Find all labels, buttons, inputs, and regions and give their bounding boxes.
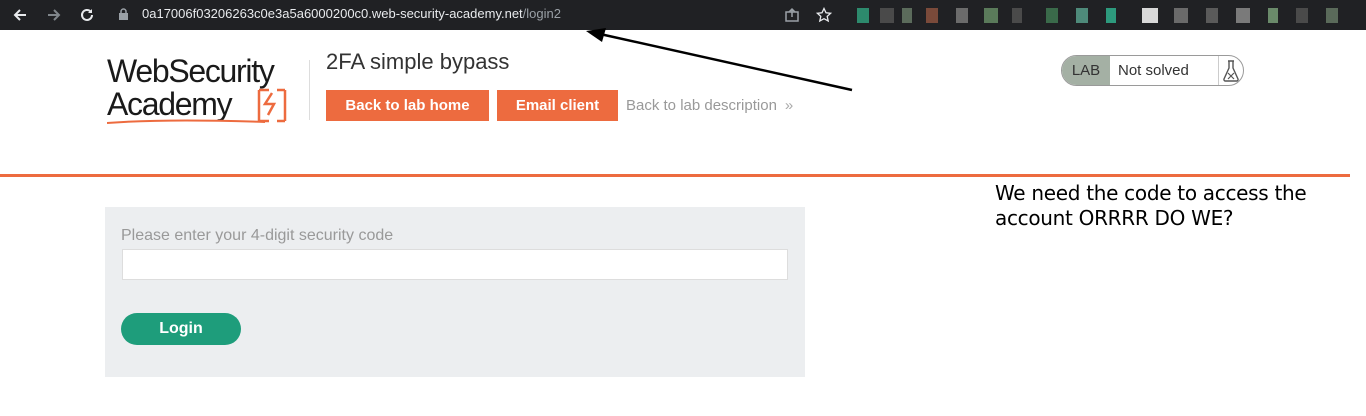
security-code-form: Please enter your 4-digit security code …: [105, 207, 805, 377]
annotation-note: We need the code to access the account O…: [995, 181, 1307, 230]
lock-icon[interactable]: [118, 8, 129, 26]
lab-tag: LAB: [1062, 56, 1110, 85]
lab-status-badge: LAB Not solved: [1061, 55, 1244, 86]
extension-icon[interactable]: [1268, 8, 1278, 23]
extension-icon[interactable]: [1076, 8, 1088, 23]
logo-line1: WebSecurity: [107, 53, 275, 89]
extension-icon[interactable]: [1236, 8, 1250, 23]
extension-icon[interactable]: [1142, 8, 1158, 23]
extension-icon[interactable]: [1326, 8, 1338, 23]
login-button[interactable]: Login: [121, 313, 241, 345]
extension-icon[interactable]: [984, 8, 998, 23]
forward-icon[interactable]: [42, 3, 66, 27]
logo-underline: [107, 119, 266, 124]
email-client-button[interactable]: Email client: [497, 90, 618, 121]
back-icon[interactable]: [8, 3, 32, 27]
logo-bolt-icon: [257, 88, 287, 123]
url-path: /login2: [522, 6, 561, 21]
lab-title: 2FA simple bypass: [326, 49, 510, 74]
header-separator: [0, 174, 1350, 177]
extension-icon[interactable]: [857, 8, 869, 23]
web-security-academy-logo[interactable]: WebSecurity Academy: [107, 55, 312, 125]
security-code-input[interactable]: [122, 249, 788, 280]
url-host: 0a17006f03206263c0e3a5a6000200c0.web-sec…: [142, 6, 523, 21]
reload-icon[interactable]: [75, 3, 99, 27]
extension-icon[interactable]: [902, 8, 912, 23]
lab-description-label: Back to lab description: [626, 97, 777, 114]
lab-status-text: Not solved: [1110, 56, 1219, 85]
back-to-lab-description-link[interactable]: Back to lab description »: [626, 97, 793, 114]
extension-icon[interactable]: [956, 8, 968, 23]
logo-line2: Academy: [107, 86, 233, 122]
double-chevron-right-icon: »: [784, 97, 794, 114]
back-to-lab-home-button[interactable]: Back to lab home: [326, 90, 489, 121]
extension-icon[interactable]: [1206, 8, 1218, 23]
extension-icon[interactable]: [1046, 8, 1058, 23]
browser-toolbar: 0a17006f03206263c0e3a5a6000200c0.web-sec…: [0, 0, 1366, 30]
extension-icon[interactable]: [880, 8, 894, 23]
extension-icon[interactable]: [1106, 8, 1116, 23]
bookmark-star-icon[interactable]: [812, 3, 836, 27]
header-divider: [309, 60, 310, 120]
extension-icon[interactable]: [926, 8, 938, 23]
extension-icon[interactable]: [1012, 8, 1022, 23]
extension-icon[interactable]: [1296, 8, 1308, 23]
flask-icon: [1219, 56, 1243, 85]
security-code-label: Please enter your 4-digit security code: [121, 227, 394, 244]
extension-icon[interactable]: [1174, 8, 1188, 23]
share-icon[interactable]: [780, 3, 804, 27]
address-bar[interactable]: 0a17006f03206263c0e3a5a6000200c0.web-sec…: [142, 6, 561, 21]
extensions-area: [850, 4, 1355, 26]
